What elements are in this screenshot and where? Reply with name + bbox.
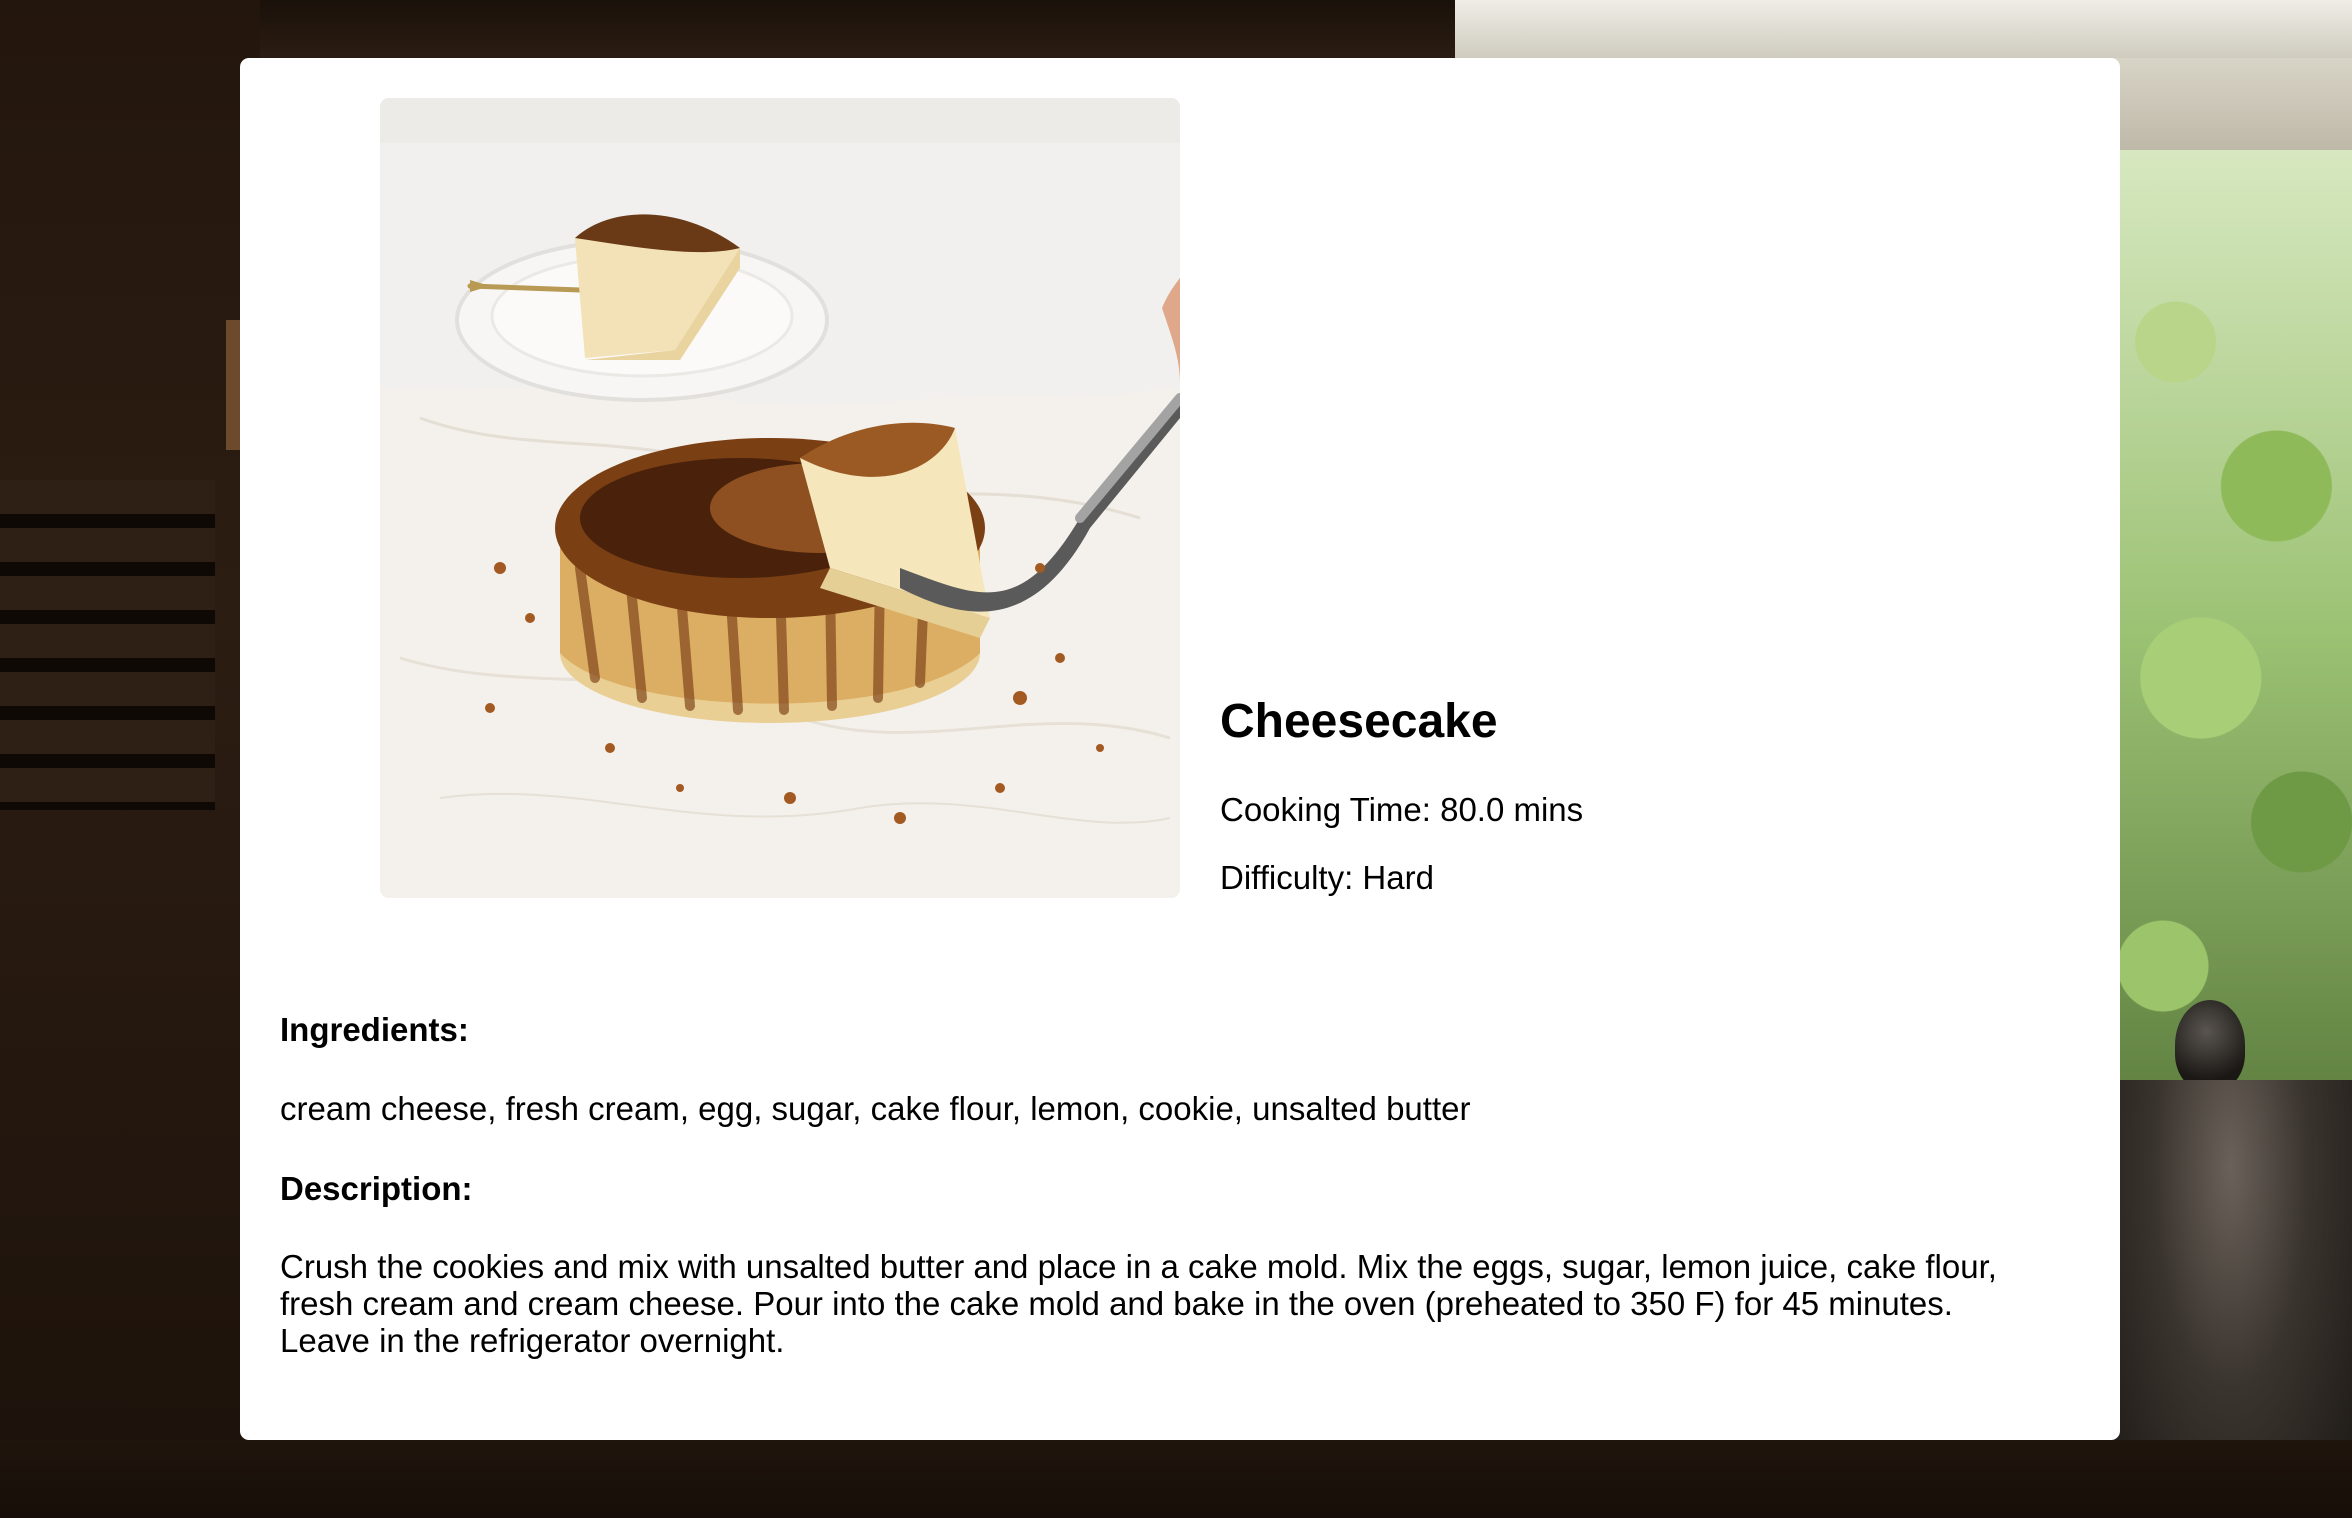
background-window-foliage [2100,150,2352,1110]
ingredients-heading: Ingredients: [280,1011,469,1048]
cheesecake-photo [380,98,1180,898]
background-shutter [0,480,215,810]
background-window-frame [1455,0,2352,58]
recipe-summary: Cheesecake Cooking Time: 80.0 mins Diffi… [1220,695,1584,896]
ingredients-list: cream cheese, fresh cream, egg, sugar, c… [280,1090,1471,1127]
difficulty: Difficulty: Hard [1220,859,1434,896]
description-heading: Description: [280,1170,473,1207]
recipe-image [380,98,1180,898]
recipe-title: Cheesecake [1220,695,1498,748]
recipe-card: Cheesecake Cooking Time: 80.0 mins Diffi… [240,58,2120,1440]
background-pot-knob [2175,1000,2245,1090]
cooking-time: Cooking Time: 80.0 mins [1220,791,1584,828]
background-floor [0,1440,2352,1518]
description-text: Crush the cookies and mix with unsalted … [280,1248,1997,1359]
background-cabinet-edge [226,320,240,450]
background-shelf [260,0,1460,60]
